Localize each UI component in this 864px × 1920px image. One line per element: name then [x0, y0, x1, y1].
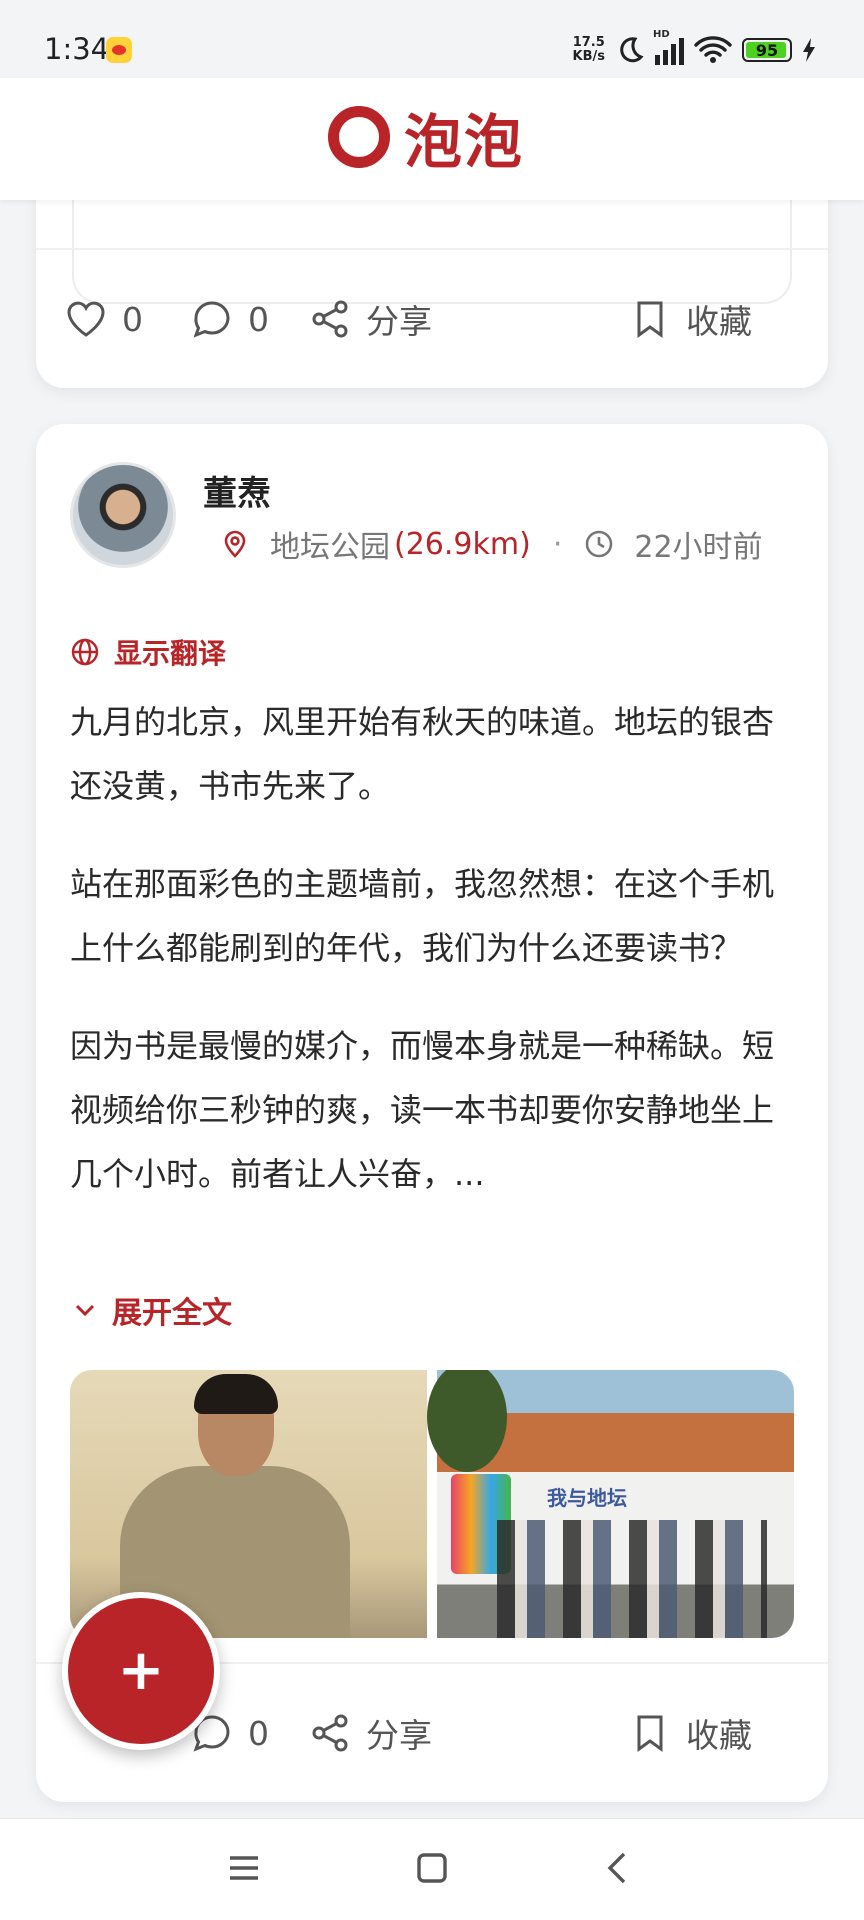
home-button[interactable] [412, 1848, 452, 1892]
back-button[interactable] [598, 1848, 638, 1892]
bookmark-button[interactable]: 收藏 [628, 295, 752, 343]
moon-icon [620, 37, 644, 63]
expand-label: 展开全文 [112, 1296, 232, 1331]
bookmark-icon [637, 301, 663, 338]
share-label: 分享 [366, 1716, 432, 1755]
comment-count: 0 [248, 1713, 269, 1753]
globe-icon [71, 638, 99, 666]
network-speed: 17.5 KB/s [572, 35, 605, 64]
show-translation-button[interactable]: 显示翻译 [70, 632, 226, 672]
post-paragraph: 因为书是最慢的媒介，而慢本身就是一种稀缺。短视频给你三秒钟的爽，读一本书却要你安… [70, 1027, 775, 1193]
post-body: 九月的北京，风里开始有秋天的味道。地坛的银杏还没黄，书市先来了。 站在那面彩色的… [70, 690, 782, 1240]
author-name[interactable]: 董焘 [203, 466, 271, 515]
battery-icon: 95 [742, 38, 792, 62]
plus-icon: + [117, 1638, 165, 1703]
bookmark-button[interactable]: 收藏 [628, 1709, 752, 1757]
status-bar: 1:34 17.5 KB/s HD 95 [0, 0, 864, 78]
comment-count: 0 [248, 299, 269, 339]
location-name[interactable]: 地坛公园 [270, 522, 390, 566]
back-icon [607, 1852, 626, 1883]
chevron-down-icon [75, 1304, 95, 1317]
wifi-icon [694, 36, 732, 63]
post-paragraph: 九月的北京，风里开始有秋天的味道。地坛的银杏还没黄，书市先来了。 [70, 703, 775, 805]
bookmark-label: 收藏 [686, 302, 752, 341]
share-icon [312, 300, 348, 338]
menu-icon [230, 1855, 258, 1880]
post-image-book-fair-wall[interactable]: 我与地坛 [427, 1370, 794, 1638]
like-count: 0 [122, 299, 143, 339]
translation-label: 显示翻译 [114, 637, 227, 670]
share-button[interactable]: 分享 [308, 1709, 432, 1757]
menu-button[interactable] [224, 1848, 264, 1892]
post-paragraph: 站在那面彩色的主题墙前，我忽然想：在这个手机上什么都能刷到的年代，我们为什么还要… [70, 865, 775, 967]
logo-text: 泡泡 [404, 108, 525, 176]
home-icon [417, 1852, 447, 1883]
signal-hd-label: HD [653, 29, 670, 40]
signal-icon: HD [653, 29, 684, 65]
like-button[interactable]: 0 [64, 297, 143, 341]
share-icon [312, 1714, 348, 1752]
share-label: 分享 [366, 302, 432, 341]
post-image-grid: 我与地坛 [70, 1370, 794, 1638]
weibo-icon [106, 37, 132, 63]
app-header: 泡泡 [0, 78, 864, 200]
post-time: 22小时前 [634, 530, 763, 565]
logo-circle-icon [328, 106, 390, 168]
battery-percent: 95 [755, 40, 779, 60]
comment-button[interactable]: 0 [190, 297, 269, 341]
comment-icon [193, 301, 230, 338]
post-meta: 地坛公园 (26.9km) · 22小时前 [220, 522, 763, 566]
heart-icon [67, 301, 105, 337]
avatar[interactable] [70, 462, 176, 568]
location-pin-icon [224, 530, 246, 558]
image-banner-text: 我与地坛 [547, 1486, 627, 1510]
expand-full-text-button[interactable]: 展开全文 [70, 1288, 232, 1332]
clock-icon [586, 530, 613, 558]
meta-separator: · [552, 526, 563, 562]
status-icons: 17.5 KB/s HD 95 [572, 29, 816, 70]
create-post-button[interactable]: + [62, 1592, 220, 1750]
status-time: 1:34 [44, 32, 110, 66]
location-distance: (26.9km) [394, 526, 531, 562]
share-button[interactable]: 分享 [308, 295, 432, 343]
charging-icon [803, 38, 815, 62]
system-navigation-bar [0, 1818, 864, 1920]
app-logo: 泡泡 [328, 104, 524, 176]
previous-post-action-bar: 0 0 分享 收藏 [36, 248, 828, 388]
bookmark-label: 收藏 [686, 1716, 752, 1755]
bookmark-icon [637, 1715, 663, 1752]
